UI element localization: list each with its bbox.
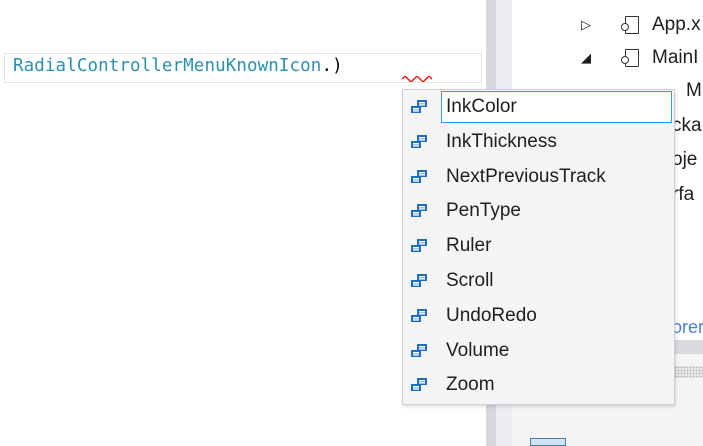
code-line[interactable]: RadialControllerMenuKnownIcon.) [13,56,343,76]
completion-item-volume[interactable]: Volume [403,334,674,367]
tree-item-app[interactable]: App.x [652,14,701,36]
xaml-file-icon [621,16,639,34]
enum-member-icon [411,378,427,392]
collapse-arrow-icon[interactable]: ◢ [581,50,591,66]
bottom-tab-indicator[interactable] [530,438,566,446]
code-punctuation: .) [321,56,343,76]
code-type-name: RadialControllerMenuKnownIcon [13,56,322,76]
enum-member-icon [411,134,427,148]
expand-arrow-icon[interactable]: ▷ [581,17,591,33]
enum-member-icon [411,204,427,218]
completion-item-label: Volume [446,339,510,361]
enum-member-icon [411,343,427,357]
completion-item-inkcolor[interactable]: InkColor [403,90,674,123]
completion-item-label: InkColor [446,96,517,117]
completion-item-label: InkThickness [446,130,557,152]
completion-item-scroll[interactable]: Scroll [403,264,674,297]
enum-member-icon [411,274,427,287]
enum-member-icon [411,100,427,113]
completion-item-label: Scroll [446,270,494,291]
completion-item-inkthickness[interactable]: InkThickness [403,125,674,158]
completion-item-label: PenType [446,200,521,222]
tree-item-main-child[interactable]: M [686,80,702,102]
completion-item-label: Ruler [446,235,492,257]
error-squiggle [402,76,432,82]
completion-item-zoom[interactable]: Zoom [403,368,674,401]
tree-item-project[interactable]: oje [672,149,697,171]
completion-item-undoredo[interactable]: UndoRedo [403,299,674,332]
enum-member-icon [411,308,427,322]
tree-item-surface[interactable]: rfa [672,184,694,206]
enum-member-icon [411,169,427,183]
tree-item-main[interactable]: MainI [652,47,698,69]
completion-item-label: NextPreviousTrack [446,165,606,187]
completion-item-label: UndoRedo [446,304,537,326]
completion-list[interactable]: InkColor InkThickness NextPreviousTrack Pen… [402,89,675,405]
completion-item-pentype[interactable]: PenType [403,194,674,227]
completion-item-nextprevioustrack[interactable]: NextPreviousTrack [403,160,674,193]
explorer-link[interactable]: orer [672,317,703,338]
tree-item-package[interactable]: cka [672,115,702,137]
completion-item-ruler[interactable]: Ruler [403,229,674,262]
completion-item-label: Zoom [446,374,495,396]
xaml-file-icon [621,49,639,67]
enum-member-icon [411,239,427,253]
